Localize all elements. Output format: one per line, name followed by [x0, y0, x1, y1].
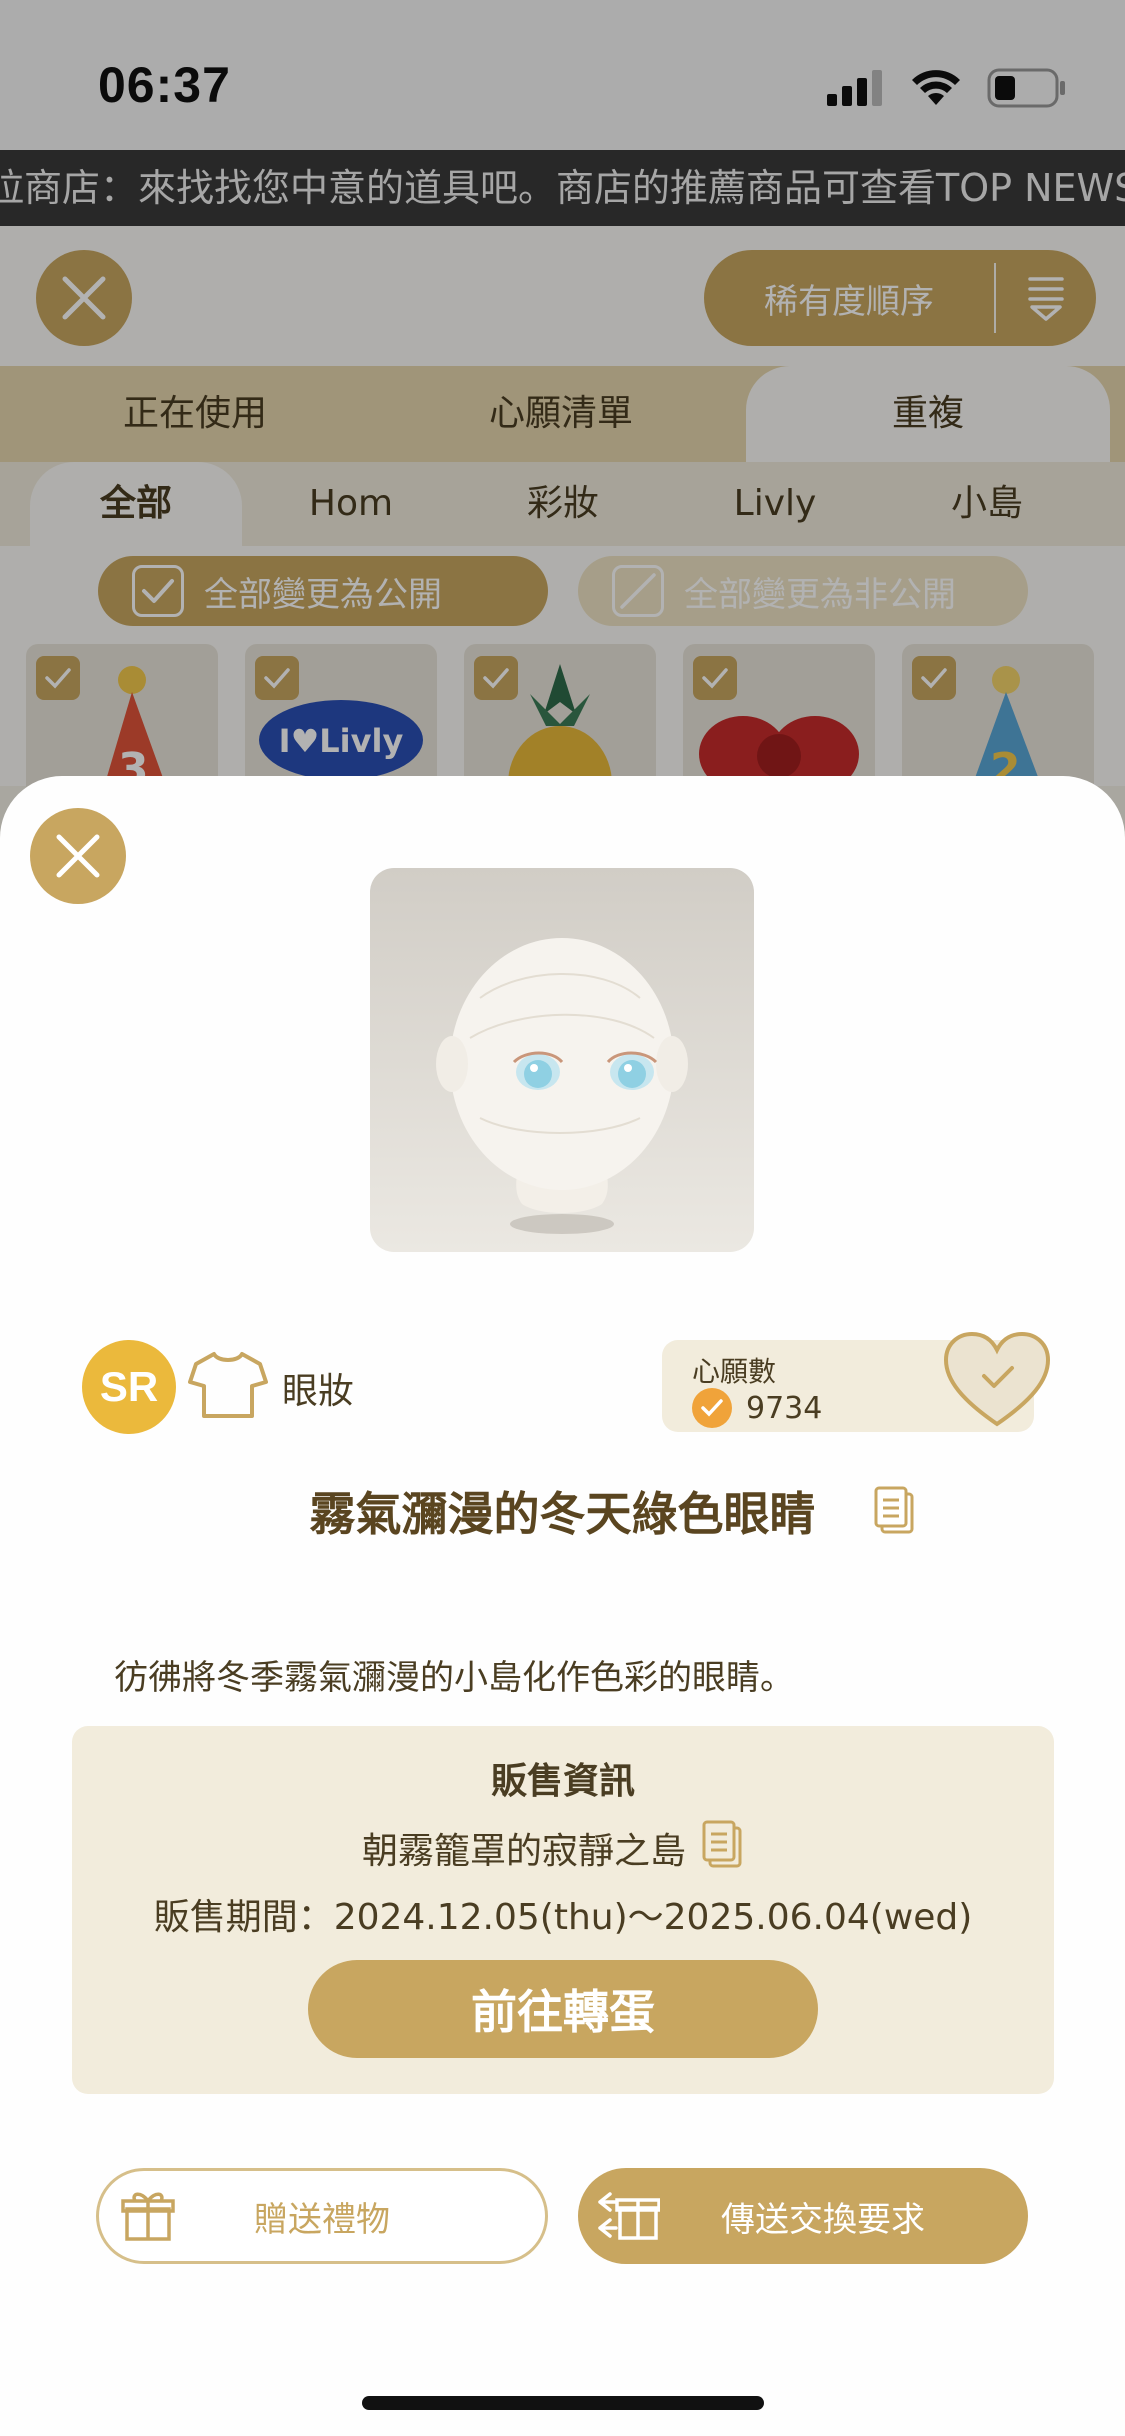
sale-island-name: 朝霧籠罩的寂靜之島 — [362, 1831, 687, 1872]
rarity-badge: SR — [82, 1340, 176, 1434]
wishlist-count-row: 9734 — [692, 1388, 822, 1428]
copy-icon — [702, 1820, 742, 1868]
category-label: 眼妝 — [282, 1371, 355, 1412]
wishlist-heart-button[interactable] — [942, 1330, 1052, 1434]
copy-name-button[interactable] — [872, 1484, 916, 1540]
tshirt-icon — [188, 1350, 268, 1424]
close-icon — [56, 834, 100, 878]
copy-island-button[interactable] — [700, 1818, 744, 1874]
go-to-gacha-button[interactable]: 前往轉蛋 — [308, 1960, 818, 2058]
send-gift-button[interactable]: 贈送禮物 — [96, 2168, 548, 2264]
item-name: 霧氣瀰漫的冬天綠色眼睛 — [309, 1487, 816, 1541]
copy-icon — [874, 1486, 914, 1534]
trade-gift-icon — [598, 2192, 660, 2240]
sale-info-panel: 販售資訊 朝霧籠罩的寂靜之島 販售期間：2024.12.05(thu)～2025… — [72, 1726, 1054, 2094]
heart-icon — [943, 1331, 1051, 1427]
sale-period: 販售期間：2024.12.05(thu)～2025.06.04(wed) — [153, 1897, 973, 1938]
send-trade-request-button[interactable]: 傳送交換要求 — [578, 2168, 1028, 2264]
sale-info-title: 販售資訊 — [490, 1761, 635, 1802]
gift-icon — [121, 2192, 175, 2241]
mannequin-eyes-image — [436, 938, 688, 1234]
wishlist-title: 心願數 — [692, 1355, 777, 1388]
sheet-close-button[interactable] — [30, 808, 126, 904]
item-preview — [370, 868, 754, 1252]
wishlist-count: 9734 — [746, 1390, 823, 1426]
item-description: 彷彿將冬季霧氣瀰漫的小島化作色彩的眼睛。 — [114, 1658, 794, 1698]
heart-check-icon — [692, 1388, 732, 1428]
home-indicator[interactable] — [362, 2396, 764, 2410]
